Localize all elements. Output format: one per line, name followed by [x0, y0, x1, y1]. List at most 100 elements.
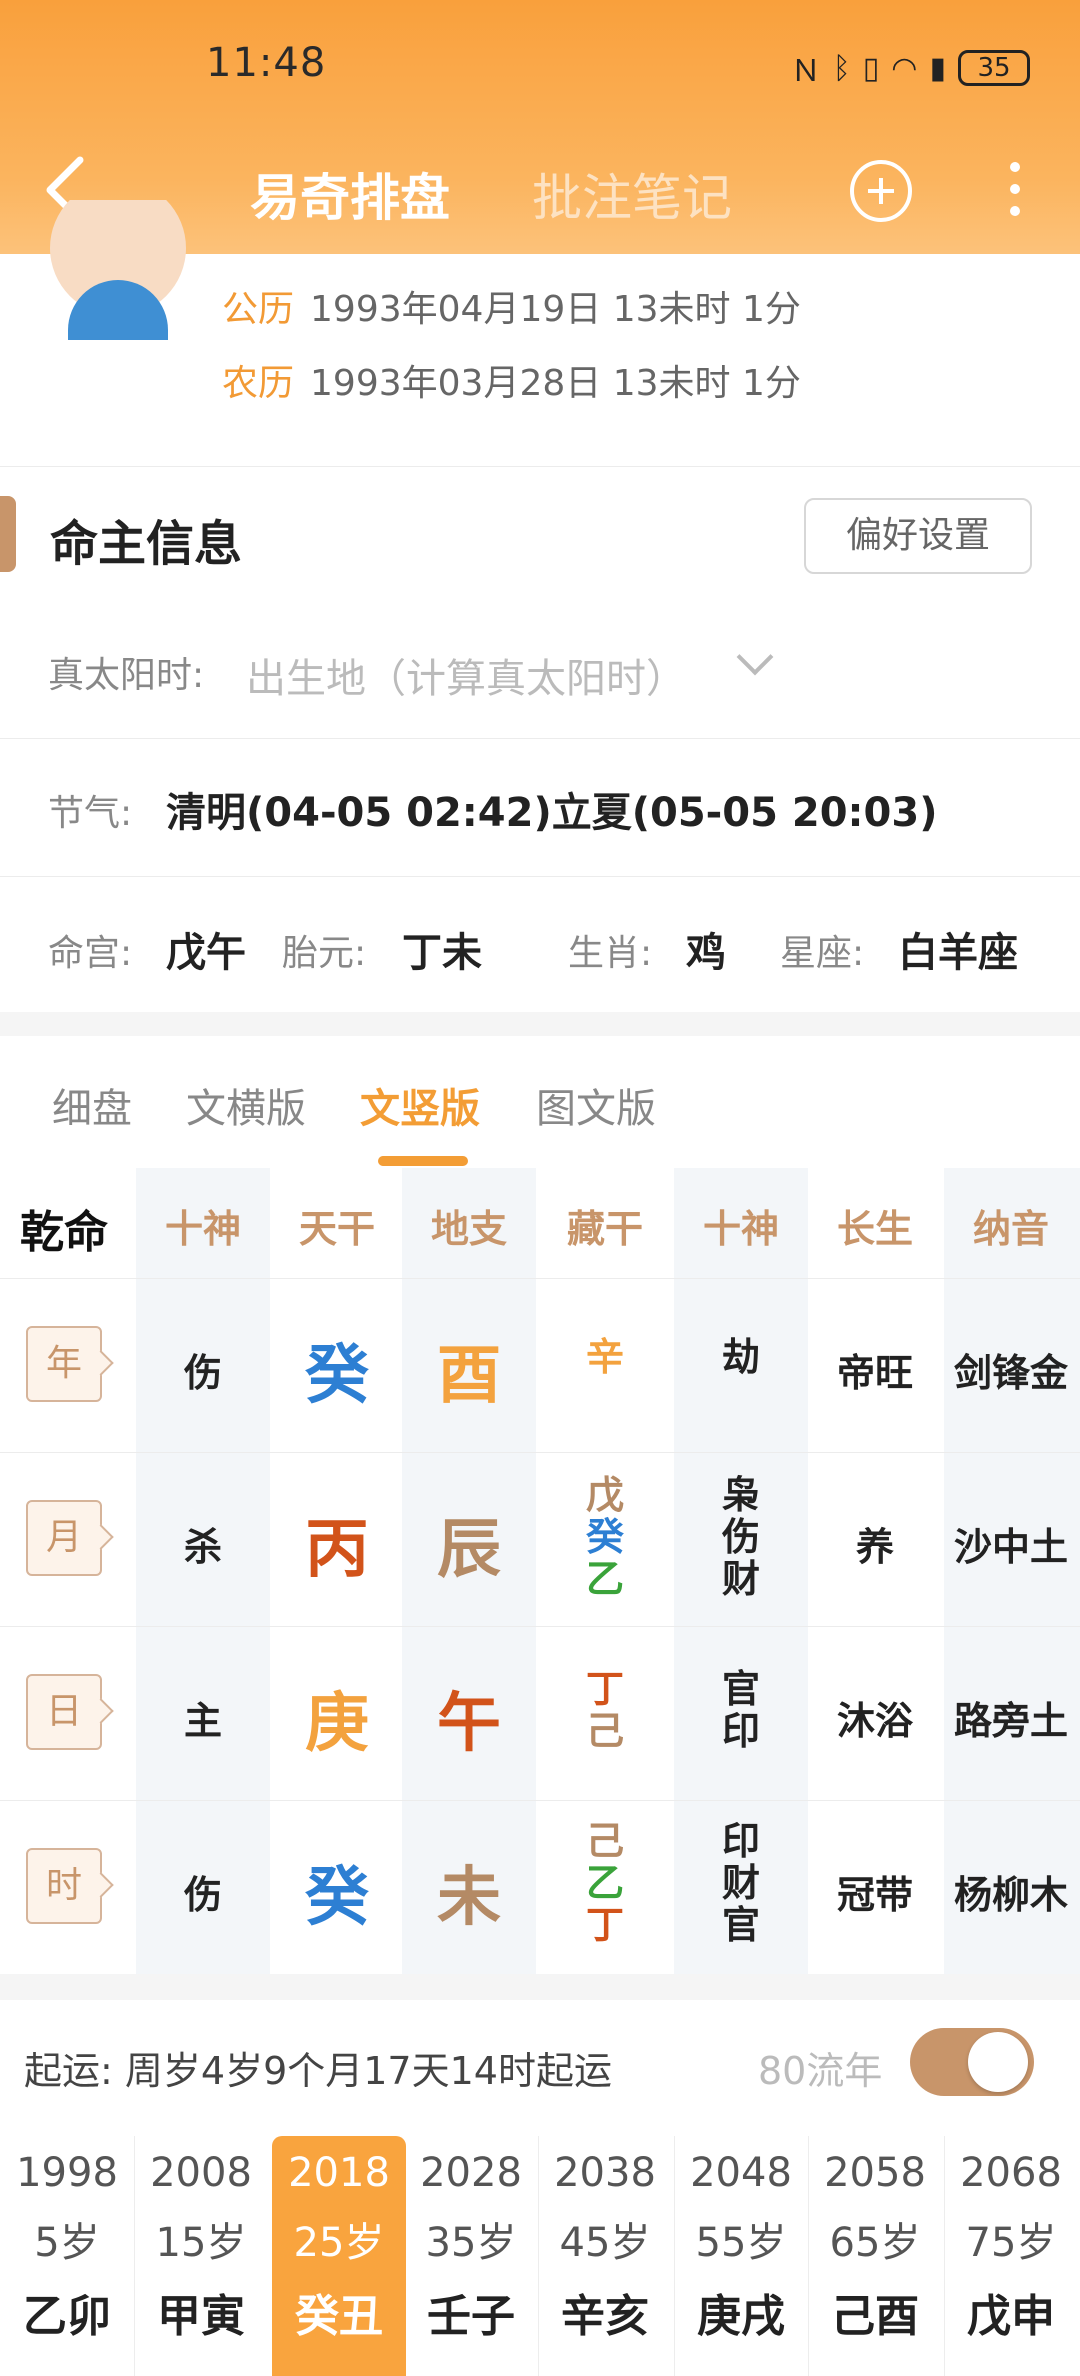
divider	[538, 2136, 539, 2376]
divider	[0, 1278, 1080, 1279]
dizhi-cell: 酉	[437, 1339, 501, 1413]
divider	[0, 466, 1080, 467]
canggan-cell: 辛	[585, 1335, 624, 1379]
solar-value: 1993年04月19日 13未时 1分	[310, 289, 801, 330]
shengxiao-value: 鸡	[686, 930, 726, 976]
divider	[134, 2136, 135, 2376]
divider	[0, 738, 1080, 739]
true-solar-label: 真太阳时:	[48, 655, 205, 696]
qiyun-label: 起运:	[24, 2049, 113, 2093]
header-shishen: 十神	[164, 1207, 241, 1251]
canggan-cell: 戊癸乙	[585, 1473, 624, 1601]
nayin-cell: 剑锋金	[953, 1351, 1068, 1395]
lunar-date: 农历 1993年03月28日 13未时 1分	[222, 354, 801, 406]
signal-icon: ▮	[929, 50, 946, 86]
row-tag-month[interactable]: 月	[26, 1500, 102, 1576]
header-tiangan: 天干	[298, 1207, 375, 1251]
nfc-icon: Ｎ	[790, 54, 821, 89]
minggong-value: 戊午	[166, 930, 246, 976]
row-tag-year[interactable]: 年	[26, 1326, 102, 1402]
canggan-cell: 己乙丁	[585, 1819, 624, 1947]
tab-yiqi-paipan[interactable]: 易奇排盘	[250, 158, 450, 230]
status-icons: Ｎ ᛒ ▯ ◠ ▮ 35	[791, 46, 1030, 90]
shishen-cell: 主	[183, 1699, 222, 1743]
birthplace-selector[interactable]: 出生地（计算真太阳时）	[246, 646, 686, 704]
dizhi-cell: 未	[437, 1861, 501, 1935]
add-icon[interactable]	[850, 160, 912, 222]
more-icon[interactable]	[1000, 162, 1030, 222]
shishen2-cell: 劫	[721, 1335, 760, 1379]
divider	[674, 2136, 675, 2376]
divider	[808, 2136, 809, 2376]
minggong-label: 命宫:	[48, 933, 133, 974]
subtab-wenshu[interactable]: 文竖版	[360, 1076, 480, 1134]
shishen2-cell: 印财官	[721, 1819, 760, 1947]
changsheng-cell: 帝旺	[836, 1351, 913, 1395]
shishen-cell: 伤	[183, 1873, 222, 1917]
solar-label: 公历	[222, 289, 295, 330]
wifi-icon: ◠	[891, 50, 918, 86]
divider	[0, 1800, 1080, 1801]
dayun-item[interactable]: 2008 15岁 甲寅	[134, 2136, 268, 2376]
subtab-tuwen[interactable]: 图文版	[536, 1076, 656, 1134]
jieqi-label: 节气:	[48, 793, 133, 834]
header-changsheng: 长生	[836, 1207, 913, 1251]
section-gap	[0, 1012, 1080, 1036]
nayin-cell: 杨柳木	[953, 1873, 1068, 1917]
subtab-wenheng[interactable]: 文横版	[186, 1076, 306, 1134]
column-bg	[136, 1168, 270, 1974]
qiyun-text: 起运: 周岁4岁9个月17天14时起运	[24, 2040, 612, 2095]
bluetooth-icon: ᛒ	[832, 50, 851, 86]
solar-date: 公历 1993年04月19日 13未时 1分	[222, 280, 801, 332]
row-tag-day[interactable]: 日	[26, 1674, 102, 1750]
liunian-label: 80流年	[758, 2049, 883, 2093]
avatar	[38, 200, 198, 340]
battery-icon: 35	[958, 50, 1030, 86]
dayun-item[interactable]: 2028 35岁 壬子	[404, 2136, 538, 2376]
changsheng-cell: 沐浴	[836, 1699, 913, 1743]
subtab-xipan[interactable]: 细盘	[52, 1076, 132, 1134]
taiyuan-value: 丁未	[402, 930, 482, 976]
dayun-item-active[interactable]: 2018 25岁 癸丑	[272, 2136, 406, 2376]
tiangan-cell: 癸	[305, 1339, 369, 1413]
canggan-cell: 丁己	[585, 1667, 624, 1753]
dayun-item[interactable]: 2068 75岁 戊申	[944, 2136, 1078, 2376]
jieqi-value: 清明(04-05 02:42)立夏(05-05 20:03)	[166, 790, 938, 836]
shishen2-cell: 官印	[721, 1667, 760, 1753]
vibrate-icon: ▯	[862, 50, 880, 86]
preference-settings-button[interactable]: 偏好设置	[804, 498, 1032, 574]
section-gap	[0, 1974, 1080, 2000]
dayun-item[interactable]: 2058 65岁 己酉	[808, 2136, 942, 2376]
changsheng-cell: 冠带	[836, 1873, 913, 1917]
subtab-indicator	[378, 1156, 468, 1166]
divider	[0, 876, 1080, 877]
tab-annotation-notes[interactable]: 批注笔记	[532, 158, 732, 230]
header-nayin: 纳音	[972, 1207, 1049, 1251]
dayun-item[interactable]: 1998 5岁 乙卯	[0, 2136, 134, 2376]
tiangan-cell: 癸	[305, 1861, 369, 1935]
chevron-down-icon[interactable]	[736, 638, 774, 676]
dayun-item[interactable]: 2038 45岁 辛亥	[538, 2136, 672, 2376]
tiangan-cell: 庚	[305, 1687, 369, 1761]
divider	[944, 2136, 945, 2376]
xingzuo-label: 星座:	[780, 933, 865, 974]
qiyun-value: 周岁4岁9个月17天14时起运	[124, 2049, 612, 2093]
nayin-cell: 沙中土	[953, 1525, 1068, 1569]
divider	[0, 1452, 1080, 1453]
shishen-cell: 伤	[183, 1351, 222, 1395]
column-bg	[944, 1168, 1080, 1974]
dayun-item[interactable]: 2048 55岁 庚戌	[674, 2136, 808, 2376]
shengxiao-label: 生肖:	[568, 933, 653, 974]
row-tag-hour[interactable]: 时	[26, 1848, 102, 1924]
section-title: 命主信息	[50, 516, 243, 572]
header-canggan: 藏干	[566, 1207, 643, 1251]
status-time: 11:48	[206, 40, 327, 86]
changsheng-cell: 养	[855, 1525, 894, 1569]
shishen-cell: 杀	[183, 1525, 222, 1569]
lunar-label: 农历	[222, 363, 295, 404]
section-accent-bar	[0, 496, 16, 572]
liunian-toggle[interactable]	[910, 2028, 1034, 2096]
divider	[0, 1626, 1080, 1627]
dizhi-cell: 辰	[437, 1513, 501, 1587]
tiangan-cell: 丙	[305, 1513, 369, 1587]
